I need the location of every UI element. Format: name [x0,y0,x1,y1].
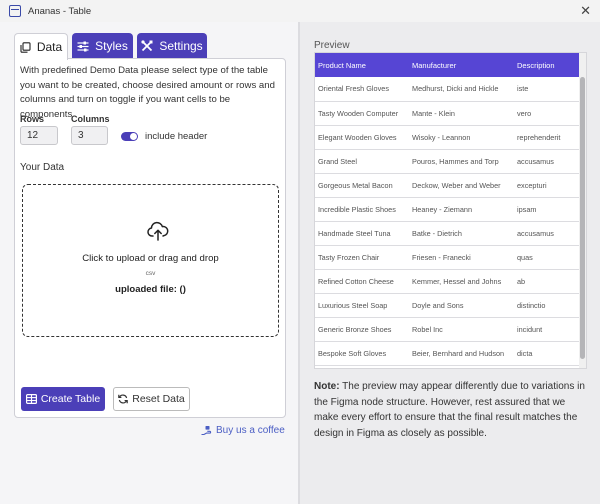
note-text: The preview may appear differently due t… [314,381,585,439]
table-cell: Tasty Wooden Computer [315,101,409,126]
app-icon [9,5,21,17]
intro-text: With predefined Demo Data please select … [20,65,275,120]
dropzone-format: csv [145,270,156,277]
table-row: Bespoke Soft Gloves Beier, Bernhard and H… [315,341,581,366]
coffee-hand-icon [201,426,212,436]
reset-data-button[interactable]: Reset Data [113,387,190,411]
your-data-heading: Your Data [20,162,65,173]
table-row: Luxurious Steel Soap Doyle and Sons distin… [315,293,581,318]
table-row: Handmade Steel Tuna Batke - Dietrich accus… [315,221,581,246]
table-cell: quas [514,245,581,270]
tab-data-label: Data [36,40,63,54]
title-bar: Ananas - Table ✕ [0,0,600,22]
table-cell: Oriental Fresh Gloves [315,77,409,102]
tab-settings[interactable]: Settings [137,33,207,59]
preview-scrollbar[interactable] [579,53,586,368]
columns-input[interactable]: 3 [71,126,108,145]
table-row: Tasty Wooden Computer Mante - Klein vero [315,101,581,126]
table-cell: excepturi [514,173,581,198]
columns-label: Columns [71,114,110,124]
table-cell: distinctio [514,293,581,318]
table-cell: vero [514,101,581,126]
table-cell: Refined Cotton Cheese [315,269,409,294]
table-row: Elegant Wooden Gloves Wisoky - Leannon rep… [315,125,581,150]
tab-styles[interactable]: Styles [72,33,133,59]
create-table-button[interactable]: Create Table [21,387,105,411]
file-dropzone[interactable]: Click to upload or drag and drop csv upl… [22,184,279,337]
rows-label: Rows [20,114,45,124]
table-cell: Kemmer, Hessel and Johns [409,269,514,294]
table-cell: Mante - Klein [409,101,514,126]
table-cell: iste [514,77,581,102]
header-manufacturer: Manufacturer [409,53,514,77]
scrollbar-thumb[interactable] [580,77,585,359]
preview-table: Product Name Manufacturer Description Or… [315,53,581,366]
data-panel: With predefined Demo Data please select … [14,58,286,418]
table-cell: Grand Steel [315,149,409,174]
preview-note: Note: The preview may appear differently… [314,379,588,441]
include-header-label: include header [145,131,208,142]
table-cell: Pouros, Hammes and Torp [409,149,514,174]
table-cell: ipsam [514,197,581,222]
header-description: Description [514,53,581,77]
preview-label: Preview [314,40,350,51]
table-row: Oriental Fresh Gloves Medhurst, Dicki and… [315,77,581,102]
header-product-name: Product Name [315,53,409,77]
table-icon [25,394,37,404]
table-cell: Deckow, Weber and Weber [409,173,514,198]
table-cell: Luxurious Steel Soap [315,293,409,318]
buy-coffee-link[interactable]: Buy us a coffee [201,425,285,436]
table-row: Generic Bronze Shoes Robel Inc incidunt [315,317,581,342]
refresh-icon [118,394,129,404]
table-cell: Medhurst, Dicki and Hickle [409,77,514,102]
table-row: Refined Cotton Cheese Kemmer, Hessel and … [315,269,581,294]
table-cell: Elegant Wooden Gloves [315,125,409,150]
reset-data-label: Reset Data [132,393,185,405]
rows-input[interactable]: 12 [20,126,58,145]
table-cell: Wisoky - Leannon [409,125,514,150]
table-row: Tasty Frozen Chair Friesen - Franecki quas [315,245,581,270]
window-title: Ananas - Table [28,5,92,17]
table-cell: Gorgeous Metal Bacon [315,173,409,198]
table-cell: Heaney - Ziemann [409,197,514,222]
table-cell: dicta [514,341,581,366]
table-cell: Beier, Bernhard and Hudson [409,341,514,366]
table-cell: Handmade Steel Tuna [315,221,409,246]
preview-table-body: Oriental Fresh Gloves Medhurst, Dicki and… [315,77,581,366]
table-cell: reprehenderit [514,125,581,150]
table-cell: Generic Bronze Shoes [315,317,409,342]
note-label: Note: [314,381,340,392]
dropzone-instructions: Click to upload or drag and drop [82,253,219,264]
table-cell: ab [514,269,581,294]
table-cell: incidunt [514,317,581,342]
tab-data[interactable]: Data [14,33,68,60]
table-cell: Incredible Plastic Shoes [315,197,409,222]
tab-styles-label: Styles [95,39,128,53]
table-cell: Friesen - Franecki [409,245,514,270]
table-cell: Doyle and Sons [409,293,514,318]
tab-settings-label: Settings [159,39,203,53]
sliders-icon [77,41,89,51]
tools-icon [141,40,153,52]
table-header-row: Product Name Manufacturer Description [315,53,581,77]
table-row: Gorgeous Metal Bacon Deckow, Weber and We… [315,173,581,198]
table-row: Incredible Plastic Shoes Heaney - Ziemann… [315,197,581,222]
table-cell: Batke - Dietrich [409,221,514,246]
table-cell: accusamus [514,221,581,246]
table-cell: Bespoke Soft Gloves [315,341,409,366]
include-header-toggle[interactable] [121,132,138,141]
preview-table-container: Product Name Manufacturer Description Or… [314,52,587,369]
cloud-upload-icon [147,221,169,241]
copy-icon [20,41,31,53]
buy-coffee-label: Buy us a coffee [216,425,285,436]
table-cell: Tasty Frozen Chair [315,245,409,270]
close-icon[interactable]: ✕ [580,3,591,19]
uploaded-file-label: uploaded file: () [115,284,186,295]
table-row: Grand Steel Pouros, Hammes and Torp accusa… [315,149,581,174]
table-cell: Robel Inc [409,317,514,342]
table-cell: accusamus [514,149,581,174]
create-table-label: Create Table [40,393,101,405]
